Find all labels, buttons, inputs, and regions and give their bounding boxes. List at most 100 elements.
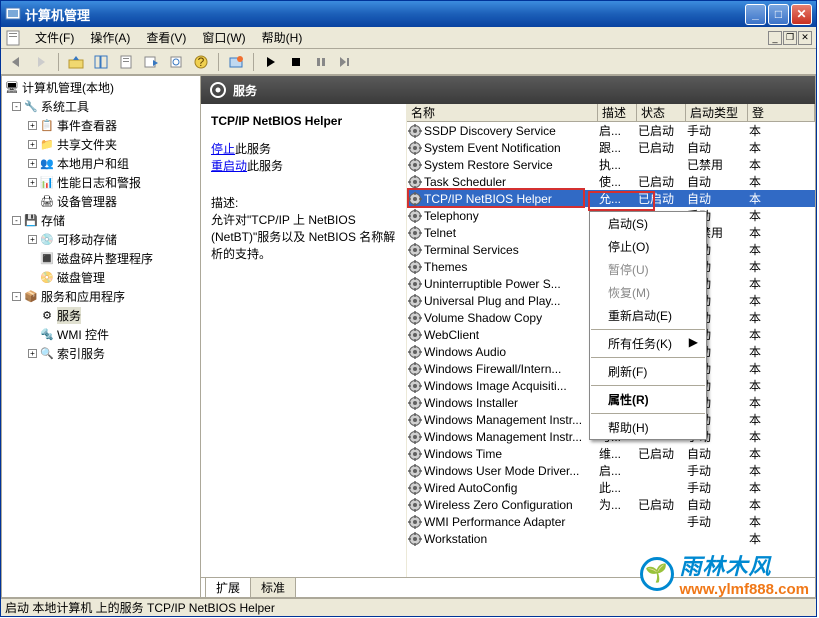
table-row[interactable]: Task Scheduler使...已启动自动本 bbox=[407, 173, 815, 190]
table-row[interactable]: SSDP Discovery Service启...已启动手动本 bbox=[407, 122, 815, 139]
menu-help[interactable]: 帮助(H) bbox=[254, 27, 311, 48]
ctx-restart[interactable]: 重新启动(E) bbox=[590, 304, 706, 327]
apps-icon: 📦 bbox=[23, 290, 39, 304]
tree-wmi[interactable]: 🔩WMI 控件 bbox=[4, 325, 198, 344]
services-panel: 服务 TCP/IP NetBIOS Helper 停止此服务 重启动此服务 描述… bbox=[201, 75, 816, 598]
stop-button[interactable] bbox=[285, 51, 307, 73]
tree-root[interactable]: 🖥计算机管理(本地) bbox=[4, 78, 198, 97]
tree-system-tools[interactable]: -🔧系统工具 bbox=[4, 97, 198, 116]
computer-icon: 🖥 bbox=[4, 81, 20, 95]
tree-services[interactable]: ⚙服务 bbox=[4, 306, 198, 325]
maximize-button[interactable]: □ bbox=[768, 4, 789, 25]
minimize-button[interactable]: _ bbox=[745, 4, 766, 25]
gear-icon bbox=[408, 226, 422, 240]
expand-icon[interactable]: + bbox=[28, 121, 37, 130]
gear-icon bbox=[408, 447, 422, 461]
tree-local-users[interactable]: +👥本地用户和组 bbox=[4, 154, 198, 173]
tree-performance[interactable]: +📊性能日志和警报 bbox=[4, 173, 198, 192]
ctx-all-tasks[interactable]: 所有任务(K)▶ bbox=[590, 332, 706, 355]
properties-button[interactable] bbox=[115, 51, 137, 73]
expand-icon[interactable]: + bbox=[28, 140, 37, 149]
tree-device-manager[interactable]: 🖨设备管理器 bbox=[4, 192, 198, 211]
tree-event-viewer[interactable]: +📋事件查看器 bbox=[4, 116, 198, 135]
col-description[interactable]: 描述 bbox=[598, 104, 637, 121]
gear-icon bbox=[408, 158, 422, 172]
tree-storage[interactable]: -💾存储 bbox=[4, 211, 198, 230]
pause-button[interactable] bbox=[310, 51, 332, 73]
restart-link[interactable]: 重启动 bbox=[211, 159, 247, 173]
expand-icon[interactable]: + bbox=[28, 349, 37, 358]
table-row[interactable]: Windows User Mode Driver...启...手动本 bbox=[407, 462, 815, 479]
tree-indexing[interactable]: +🔍索引服务 bbox=[4, 344, 198, 363]
tree-removable[interactable]: +💿可移动存储 bbox=[4, 230, 198, 249]
mdi-minimize-button[interactable]: _ bbox=[768, 31, 782, 45]
new-window-button[interactable] bbox=[225, 51, 247, 73]
ctx-resume: 恢复(M) bbox=[590, 281, 706, 304]
help-button[interactable]: ? bbox=[190, 51, 212, 73]
collapse-icon[interactable]: - bbox=[12, 216, 21, 225]
gear-icon bbox=[408, 362, 422, 376]
svg-text:?: ? bbox=[198, 55, 205, 69]
tree-disk-mgmt[interactable]: 📀磁盘管理 bbox=[4, 268, 198, 287]
ctx-stop[interactable]: 停止(O) bbox=[590, 235, 706, 258]
up-button[interactable] bbox=[65, 51, 87, 73]
menu-file[interactable]: 文件(F) bbox=[27, 27, 82, 48]
users-icon: 👥 bbox=[39, 157, 55, 171]
table-row[interactable]: WMI Performance Adapter手动本 bbox=[407, 513, 815, 530]
table-row[interactable]: Workstation本 bbox=[407, 530, 815, 547]
tree-services-apps[interactable]: -📦服务和应用程序 bbox=[4, 287, 198, 306]
menu-view[interactable]: 查看(V) bbox=[138, 27, 194, 48]
back-button[interactable] bbox=[5, 51, 27, 73]
menu-action[interactable]: 操作(A) bbox=[82, 27, 138, 48]
restart-button[interactable] bbox=[335, 51, 357, 73]
detail-panel: TCP/IP NetBIOS Helper 停止此服务 重启动此服务 描述: 允… bbox=[201, 104, 406, 577]
collapse-icon[interactable]: - bbox=[12, 102, 21, 111]
watermark-url: www.ylmf888.com bbox=[680, 581, 810, 598]
ctx-refresh[interactable]: 刷新(F) bbox=[590, 360, 706, 383]
stop-link[interactable]: 停止 bbox=[211, 142, 235, 156]
menu-window[interactable]: 窗口(W) bbox=[194, 27, 253, 48]
ctx-start[interactable]: 启动(S) bbox=[590, 212, 706, 235]
show-hide-button[interactable] bbox=[90, 51, 112, 73]
table-row[interactable]: TCP/IP NetBIOS Helper允...已启动自动本 bbox=[407, 190, 815, 207]
close-button[interactable]: ✕ bbox=[791, 4, 812, 25]
description-label: 描述: bbox=[211, 194, 396, 211]
gear-icon bbox=[408, 141, 422, 155]
tab-extended[interactable]: 扩展 bbox=[205, 578, 251, 597]
ctx-help[interactable]: 帮助(H) bbox=[590, 416, 706, 439]
col-status[interactable]: 状态 bbox=[637, 104, 686, 121]
mdi-restore-button[interactable]: ❐ bbox=[783, 31, 797, 45]
index-icon: 🔍 bbox=[39, 347, 55, 361]
table-row[interactable]: Wired AutoConfig此...手动本 bbox=[407, 479, 815, 496]
refresh-button[interactable] bbox=[165, 51, 187, 73]
expand-icon[interactable]: + bbox=[28, 235, 37, 244]
gear-icon bbox=[408, 260, 422, 274]
expand-icon[interactable]: + bbox=[28, 159, 37, 168]
export-button[interactable] bbox=[140, 51, 162, 73]
service-name: TCP/IP NetBIOS Helper bbox=[211, 114, 396, 128]
col-logon[interactable]: 登 bbox=[748, 104, 815, 121]
gear-icon bbox=[408, 481, 422, 495]
table-row[interactable]: Windows Time维...已启动自动本 bbox=[407, 445, 815, 462]
col-name[interactable]: 名称 bbox=[407, 104, 598, 121]
ctx-pause: 暂停(U) bbox=[590, 258, 706, 281]
forward-button[interactable] bbox=[30, 51, 52, 73]
app-icon bbox=[5, 6, 21, 22]
collapse-icon[interactable]: - bbox=[12, 292, 21, 301]
ctx-properties[interactable]: 属性(R) bbox=[590, 388, 706, 411]
gear-icon bbox=[408, 532, 422, 546]
tree-defrag[interactable]: 🔳磁盘碎片整理程序 bbox=[4, 249, 198, 268]
gear-icon bbox=[209, 81, 227, 99]
play-button[interactable] bbox=[260, 51, 282, 73]
tab-standard[interactable]: 标准 bbox=[250, 578, 296, 597]
gear-icon bbox=[408, 413, 422, 427]
table-row[interactable]: System Restore Service执...已禁用本 bbox=[407, 156, 815, 173]
table-row[interactable]: Wireless Zero Configuration为...已启动自动本 bbox=[407, 496, 815, 513]
expand-icon[interactable]: + bbox=[28, 178, 37, 187]
table-row[interactable]: System Event Notification跟...已启动自动本 bbox=[407, 139, 815, 156]
gear-icon bbox=[408, 311, 422, 325]
mdi-close-button[interactable]: ✕ bbox=[798, 31, 812, 45]
col-startup-type[interactable]: 启动类型 bbox=[686, 104, 748, 121]
gear-icon bbox=[408, 175, 422, 189]
tree-shared-folders[interactable]: +📁共享文件夹 bbox=[4, 135, 198, 154]
